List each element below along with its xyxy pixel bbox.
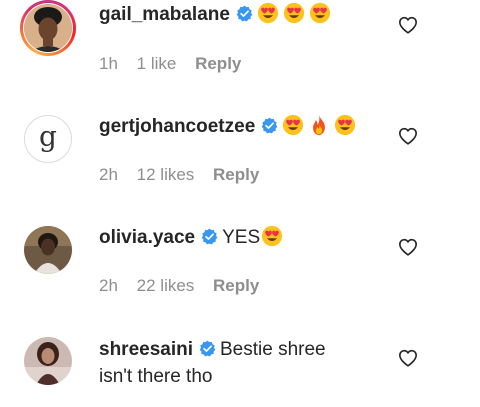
comment-username[interactable]: olivia.yace [99, 227, 195, 248]
comment-username[interactable]: shreesaini [99, 339, 193, 360]
comment-body: gertjohancoetzee [99, 114, 389, 140]
heart-eyes-emoji-icon [257, 2, 279, 24]
comment-likes[interactable]: 12 likes [137, 165, 195, 184]
heart-outline-icon[interactable] [398, 16, 418, 34]
avatar-image: g [24, 115, 72, 163]
reply-button[interactable]: Reply [213, 165, 259, 184]
comment-likes[interactable]: 1 like [137, 54, 177, 73]
avatar[interactable] [20, 222, 76, 278]
comment-username[interactable]: gail_mabalane [99, 4, 230, 25]
fire-emoji-icon [308, 114, 330, 136]
avatar-image [24, 226, 72, 274]
verified-badge-icon [261, 117, 278, 134]
avatar[interactable] [20, 0, 76, 56]
verified-badge-icon [199, 340, 216, 357]
comment-likes[interactable]: 22 likes [137, 276, 195, 295]
verified-badge-icon [236, 5, 253, 22]
comment-username[interactable]: gertjohancoetzee [99, 116, 255, 137]
comment-time: 2h [99, 276, 118, 295]
comment-body: gail_mabalane [99, 2, 389, 28]
comment-time: 2h [99, 165, 118, 184]
comment-text-continued: isn't there tho [99, 366, 213, 387]
verified-badge-icon [201, 228, 218, 245]
avatar-image [24, 337, 72, 385]
comment-body: olivia.yace YES [99, 225, 389, 251]
avatar[interactable] [20, 333, 76, 389]
heart-eyes-emoji-icon [283, 2, 305, 24]
heart-eyes-emoji-icon [334, 114, 356, 136]
heart-eyes-emoji-icon [282, 114, 304, 136]
comment-time: 1h [99, 54, 118, 73]
comment-text: Bestie shree [220, 339, 326, 360]
comment-meta: 2h 22 likes Reply [99, 276, 273, 296]
comment-meta: 2h 12 likes Reply [99, 165, 273, 185]
avatar-image [24, 4, 72, 52]
avatar[interactable]: g [20, 111, 76, 167]
avatar-letter: g [39, 120, 57, 153]
comment-text: YES [222, 227, 261, 248]
reply-button[interactable]: Reply [213, 276, 259, 295]
heart-outline-icon[interactable] [398, 127, 418, 145]
comment-body: shreesaini Bestie shree isn't there tho [99, 336, 389, 390]
heart-eyes-emoji-icon [261, 225, 283, 247]
heart-outline-icon[interactable] [398, 349, 418, 367]
heart-eyes-emoji-icon [309, 2, 331, 24]
heart-outline-icon[interactable] [398, 238, 418, 256]
reply-button[interactable]: Reply [195, 54, 241, 73]
comment-meta: 1h 1 like Reply [99, 54, 255, 74]
